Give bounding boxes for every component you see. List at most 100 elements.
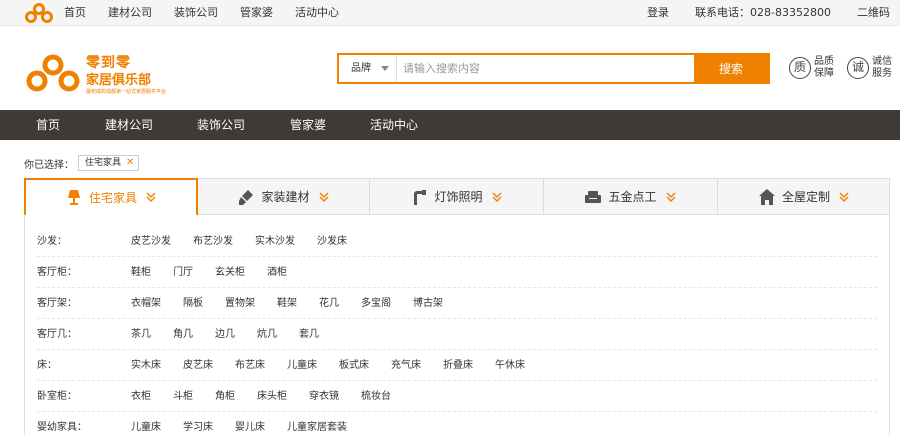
selected-label: 你已选择： [24, 159, 74, 171]
search-input[interactable] [397, 55, 694, 82]
category-item-link[interactable]: 套几 [299, 319, 319, 350]
top-right: 登录 联系电话：028-83352800 二维码 [621, 0, 890, 26]
category-item-link[interactable]: 儿童家居套装 [287, 412, 347, 435]
main-nav-building-materials[interactable]: 建材公司 [105, 110, 153, 140]
phone-text: 联系电话：028-83352800 [695, 6, 831, 19]
category-row: 沙发： 皮艺沙发 布艺沙发 实木沙发 沙发床 [37, 226, 877, 257]
category-item-link[interactable]: 角柜 [215, 381, 235, 412]
top-nav-housekeeper[interactable]: 管家婆 [240, 0, 273, 26]
category-list: 沙发： 皮艺沙发 布艺沙发 实木沙发 沙发床客厅柜： 鞋柜 门厅 玄关柜 酒柜客厅架： 衣帽架 隔板… [24, 215, 890, 435]
selected-chip[interactable]: 住宅家具 ✕ [78, 155, 140, 171]
search-bar: 品牌 搜索 [337, 53, 770, 84]
top-bar: 首页 建材公司 装饰公司 管家婆 活动中心 登录 联系电话：028-833528… [0, 0, 900, 26]
category-item-link[interactable]: 折叠床 [443, 350, 473, 381]
category-item-link[interactable]: 鞋架 [277, 288, 297, 319]
main-nav-housekeeper[interactable]: 管家婆 [290, 110, 326, 140]
category-item-link[interactable]: 博古架 [413, 288, 443, 319]
search-button[interactable]: 搜索 [694, 55, 768, 82]
login-link[interactable]: 登录 [647, 0, 669, 26]
category-items: 实木床 皮艺床 布艺床 儿童床 板式床 充气床 折叠床 午休床 [131, 350, 547, 381]
main-nav-events[interactable]: 活动中心 [370, 110, 418, 140]
category-item-link[interactable]: 实木沙发 [255, 226, 295, 257]
top-nav-building-materials[interactable]: 建材公司 [108, 0, 152, 26]
category-tabs: 住宅家具 家装建材 灯饰照明 五金点工 全屋定制 [24, 178, 890, 216]
caret-down-icon [381, 66, 389, 71]
category-label: 婴幼家具： [37, 422, 87, 433]
category-item-link[interactable]: 儿童床 [287, 350, 317, 381]
category-row: 客厅柜： 鞋柜 门厅 玄关柜 酒柜 [37, 257, 877, 288]
category-item-link[interactable]: 梳妆台 [361, 381, 391, 412]
logo-line-2: 家居俱乐部 [86, 73, 152, 88]
tab-lighting[interactable]: 灯饰照明 [370, 178, 544, 215]
category-item-link[interactable]: 皮艺床 [183, 350, 213, 381]
site-logo[interactable]: 零到零 家居俱乐部 最权威的成都第一站式家居服务平台 [24, 50, 167, 96]
category-item-link[interactable]: 实木床 [131, 350, 161, 381]
chevron-down-icon [839, 192, 849, 202]
category-item-link[interactable]: 门厅 [173, 257, 193, 288]
category-label: 卧室柜： [37, 391, 77, 402]
main-nav-decoration[interactable]: 装饰公司 [197, 110, 245, 140]
quality-line-1: 品质 [814, 56, 834, 67]
tab-label: 五金点工 [608, 190, 657, 204]
top-nav-decoration[interactable]: 装饰公司 [174, 0, 218, 26]
category-item-link[interactable]: 儿童床 [131, 412, 161, 435]
integrity-icon: 诚 [847, 57, 869, 79]
category-items: 鞋柜 门厅 玄关柜 酒柜 [131, 257, 309, 288]
faucet-icon [414, 189, 427, 205]
tab-whole-house-custom[interactable]: 全屋定制 [718, 178, 890, 215]
category-item-link[interactable]: 鞋柜 [131, 257, 151, 288]
tab-home-building-materials[interactable]: 家装建材 [198, 178, 370, 215]
category-item-link[interactable]: 皮艺沙发 [131, 226, 171, 257]
integrity-line-1: 诚信 [872, 56, 892, 67]
category-item-link[interactable]: 布艺沙发 [193, 226, 233, 257]
category-item-link[interactable]: 板式床 [339, 350, 369, 381]
top-nav: 首页 建材公司 装饰公司 管家婆 活动中心 [64, 0, 361, 26]
category-item-link[interactable]: 置物架 [225, 288, 255, 319]
close-icon[interactable]: ✕ [126, 156, 134, 170]
category-item-link[interactable]: 茶几 [131, 319, 151, 350]
category-item-link[interactable]: 充气床 [391, 350, 421, 381]
category-items: 皮艺沙发 布艺沙发 实木沙发 沙发床 [131, 226, 369, 257]
tab-label: 家装建材 [261, 190, 310, 204]
header: 零到零 家居俱乐部 最权威的成都第一站式家居服务平台 品牌 搜索 质 品质 保障… [0, 26, 900, 110]
tab-residential-furniture[interactable]: 住宅家具 [24, 178, 198, 216]
top-nav-events[interactable]: 活动中心 [295, 0, 339, 26]
category-item-link[interactable]: 多宝阁 [361, 288, 391, 319]
quality-icon: 质 [789, 57, 811, 79]
search-type-select[interactable]: 品牌 [339, 55, 397, 82]
category-item-link[interactable]: 斗柜 [173, 381, 193, 412]
logo-slogan: 最权威的成都第一站式家居服务平台 [86, 89, 167, 95]
category-item-link[interactable]: 玄关柜 [215, 257, 245, 288]
category-item-link[interactable]: 床头柜 [257, 381, 287, 412]
category-label: 客厅架： [37, 298, 77, 309]
category-row: 客厅架： 衣帽架 隔板 置物架 鞋架 花几 多宝阁 博古架 [37, 288, 877, 319]
category-item-link[interactable]: 学习床 [183, 412, 213, 435]
category-item-link[interactable]: 沙发床 [317, 226, 347, 257]
category-label: 客厅柜： [37, 267, 77, 278]
category-item-link[interactable]: 衣柜 [131, 381, 151, 412]
category-row: 卧室柜： 衣柜 斗柜 角柜 床头柜 穿衣镜 梳妆台 [37, 381, 877, 412]
category-item-link[interactable]: 隔板 [183, 288, 203, 319]
category-item-link[interactable]: 花几 [319, 288, 339, 319]
main-nav-home[interactable]: 首页 [36, 110, 60, 140]
qrcode-link[interactable]: 二维码 [857, 0, 890, 26]
mini-logo-icon[interactable] [24, 3, 54, 23]
category-label: 沙发： [37, 236, 67, 247]
category-label: 客厅几： [37, 329, 77, 340]
chevron-down-icon [666, 192, 675, 202]
category-items: 茶几 角几 边几 炕几 套几 [131, 319, 341, 350]
category-row: 床： 实木床 皮艺床 布艺床 儿童床 板式床 充气床 折叠床 午休床 [37, 350, 877, 381]
top-nav-home[interactable]: 首页 [64, 0, 86, 26]
category-row: 客厅几： 茶几 角几 边几 炕几 套几 [37, 319, 877, 350]
category-item-link[interactable]: 酒柜 [267, 257, 287, 288]
category-item-link[interactable]: 穿衣镜 [309, 381, 339, 412]
tab-hardware[interactable]: 五金点工 [544, 178, 718, 215]
category-item-link[interactable]: 边几 [215, 319, 235, 350]
category-item-link[interactable]: 布艺床 [235, 350, 265, 381]
category-item-link[interactable]: 午休床 [495, 350, 525, 381]
category-item-link[interactable]: 角几 [173, 319, 193, 350]
category-item-link[interactable]: 衣帽架 [131, 288, 161, 319]
category-item-link[interactable]: 炕几 [257, 319, 277, 350]
sofa-icon [585, 190, 602, 203]
category-item-link[interactable]: 婴儿床 [235, 412, 265, 435]
